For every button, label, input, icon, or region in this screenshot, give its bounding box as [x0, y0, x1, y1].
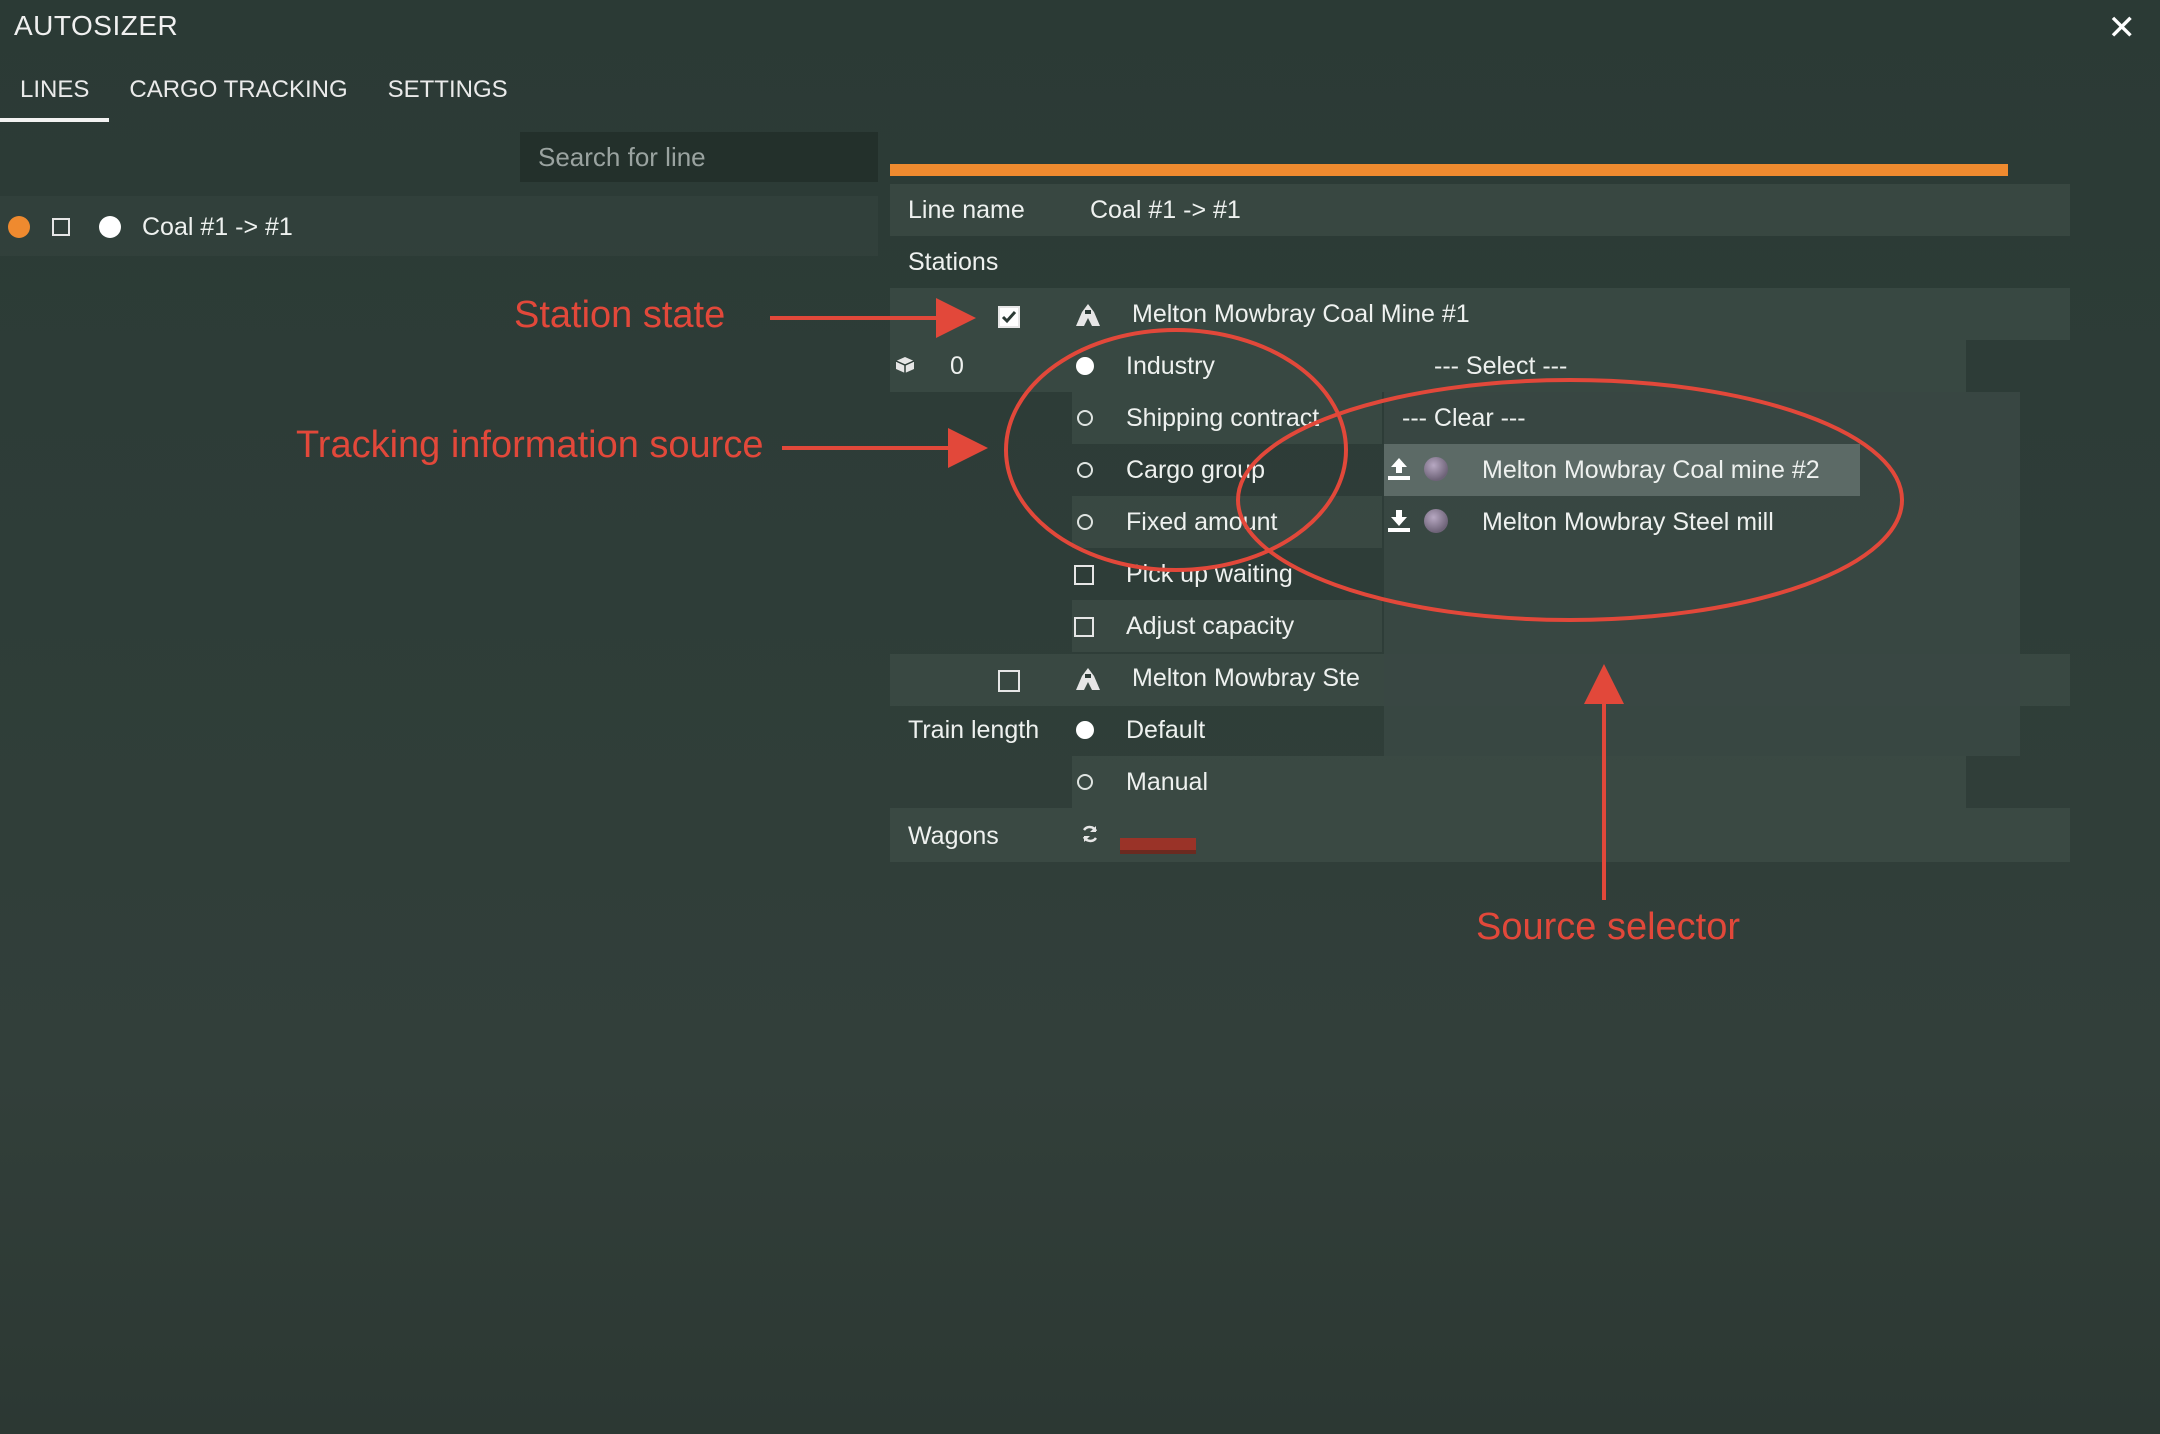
- annotation-source-selector: Source selector: [1476, 906, 1741, 948]
- annotation-tracking-source: Tracking information source: [296, 424, 764, 466]
- source-selector-ellipse: [1236, 378, 1904, 622]
- tracking-source-ellipse: [1004, 328, 1348, 572]
- annotation-overlay: [770, 298, 1904, 900]
- annotation-station-state: Station state: [514, 294, 726, 336]
